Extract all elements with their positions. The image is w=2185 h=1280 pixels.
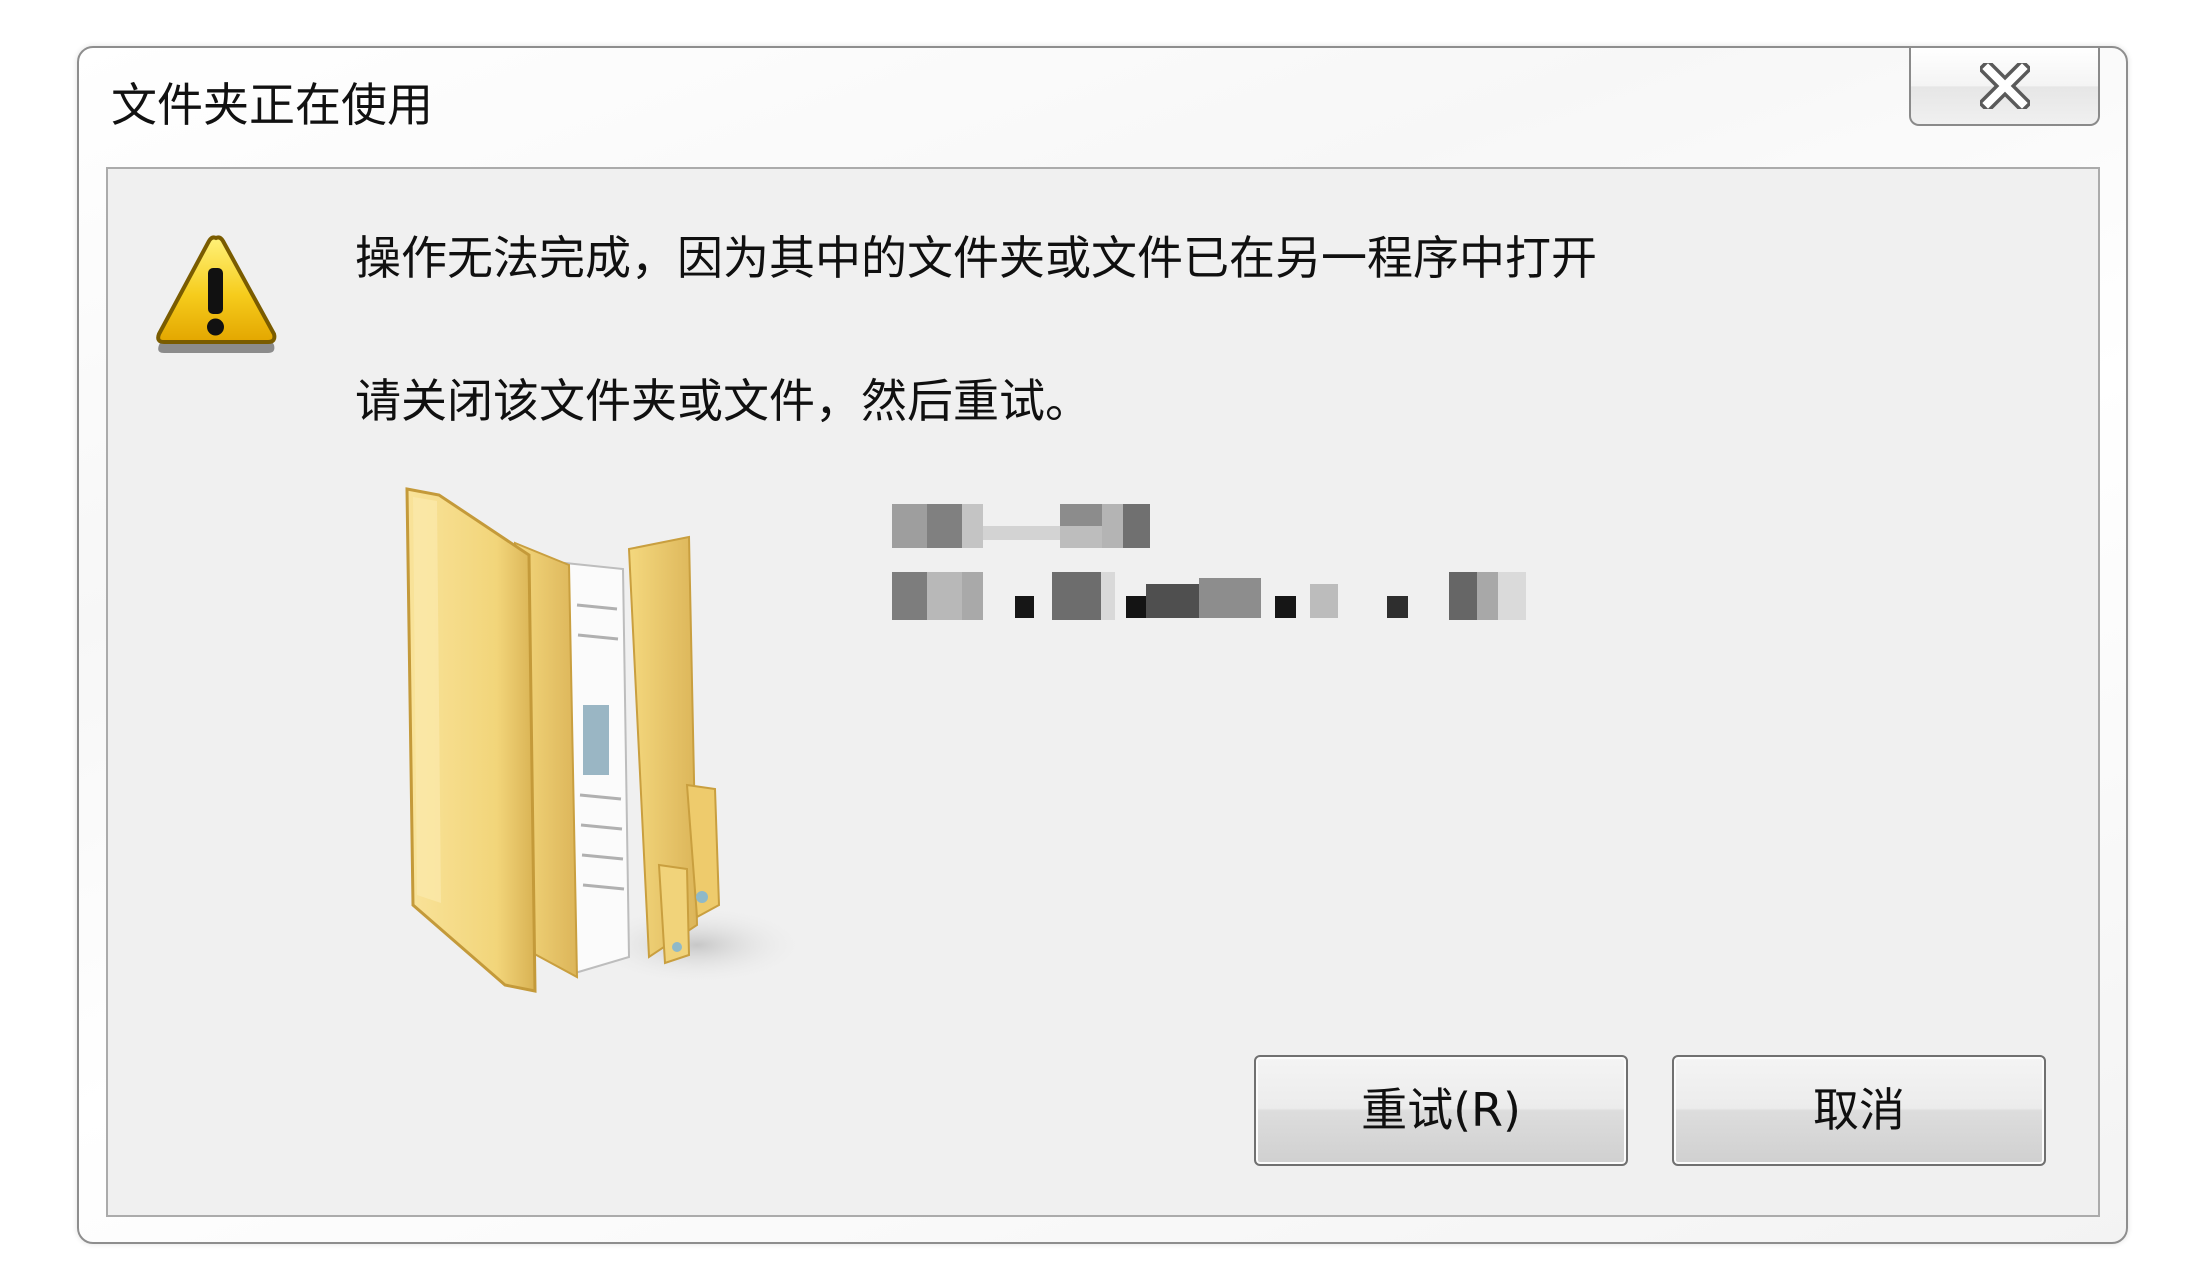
close-icon: [1979, 63, 2030, 109]
redacted-pixel: [1449, 572, 1477, 620]
redacted-pixel: [1126, 596, 1146, 618]
error-message: 操作无法完成，因为其中的文件夹或文件已在另一程序中打开: [355, 231, 1597, 285]
redacted-pixel: [927, 572, 962, 620]
redacted-pixel: [1015, 596, 1034, 618]
redacted-pixel: [1101, 572, 1115, 620]
redacted-pixel: [927, 504, 962, 548]
redacted-pixel: [1275, 596, 1296, 618]
redacted-pixel: [1102, 504, 1123, 548]
redacted-pixel: [1123, 504, 1150, 548]
redacted-pixel: [1199, 578, 1261, 618]
redacted-pixel: [1060, 526, 1102, 548]
redacted-pixel: [983, 526, 1060, 540]
redacted-pixel: [892, 504, 927, 548]
redacted-pixel: [892, 572, 927, 620]
dialog-title: 文件夹正在使用: [111, 78, 433, 132]
warning-icon: [156, 235, 277, 353]
redacted-pixel: [1387, 596, 1408, 618]
redacted-pixel: [1052, 572, 1101, 620]
retry-button[interactable]: 重试(R): [1254, 1055, 1628, 1166]
instruction-message: 请关闭该文件夹或文件，然后重试。: [355, 374, 1091, 428]
redacted-pixel: [1060, 504, 1102, 526]
folder-icon: [405, 487, 807, 993]
cancel-button[interactable]: 取消: [1672, 1055, 2046, 1166]
redacted-pixel: [1477, 572, 1498, 620]
redacted-pixel: [1498, 572, 1526, 620]
redacted-file-info: [892, 500, 1532, 630]
redacted-pixel: [1146, 584, 1199, 618]
redacted-pixel: [962, 504, 983, 548]
close-button[interactable]: [1909, 48, 2100, 126]
redacted-pixel: [1310, 584, 1338, 618]
redacted-pixel: [962, 572, 983, 620]
